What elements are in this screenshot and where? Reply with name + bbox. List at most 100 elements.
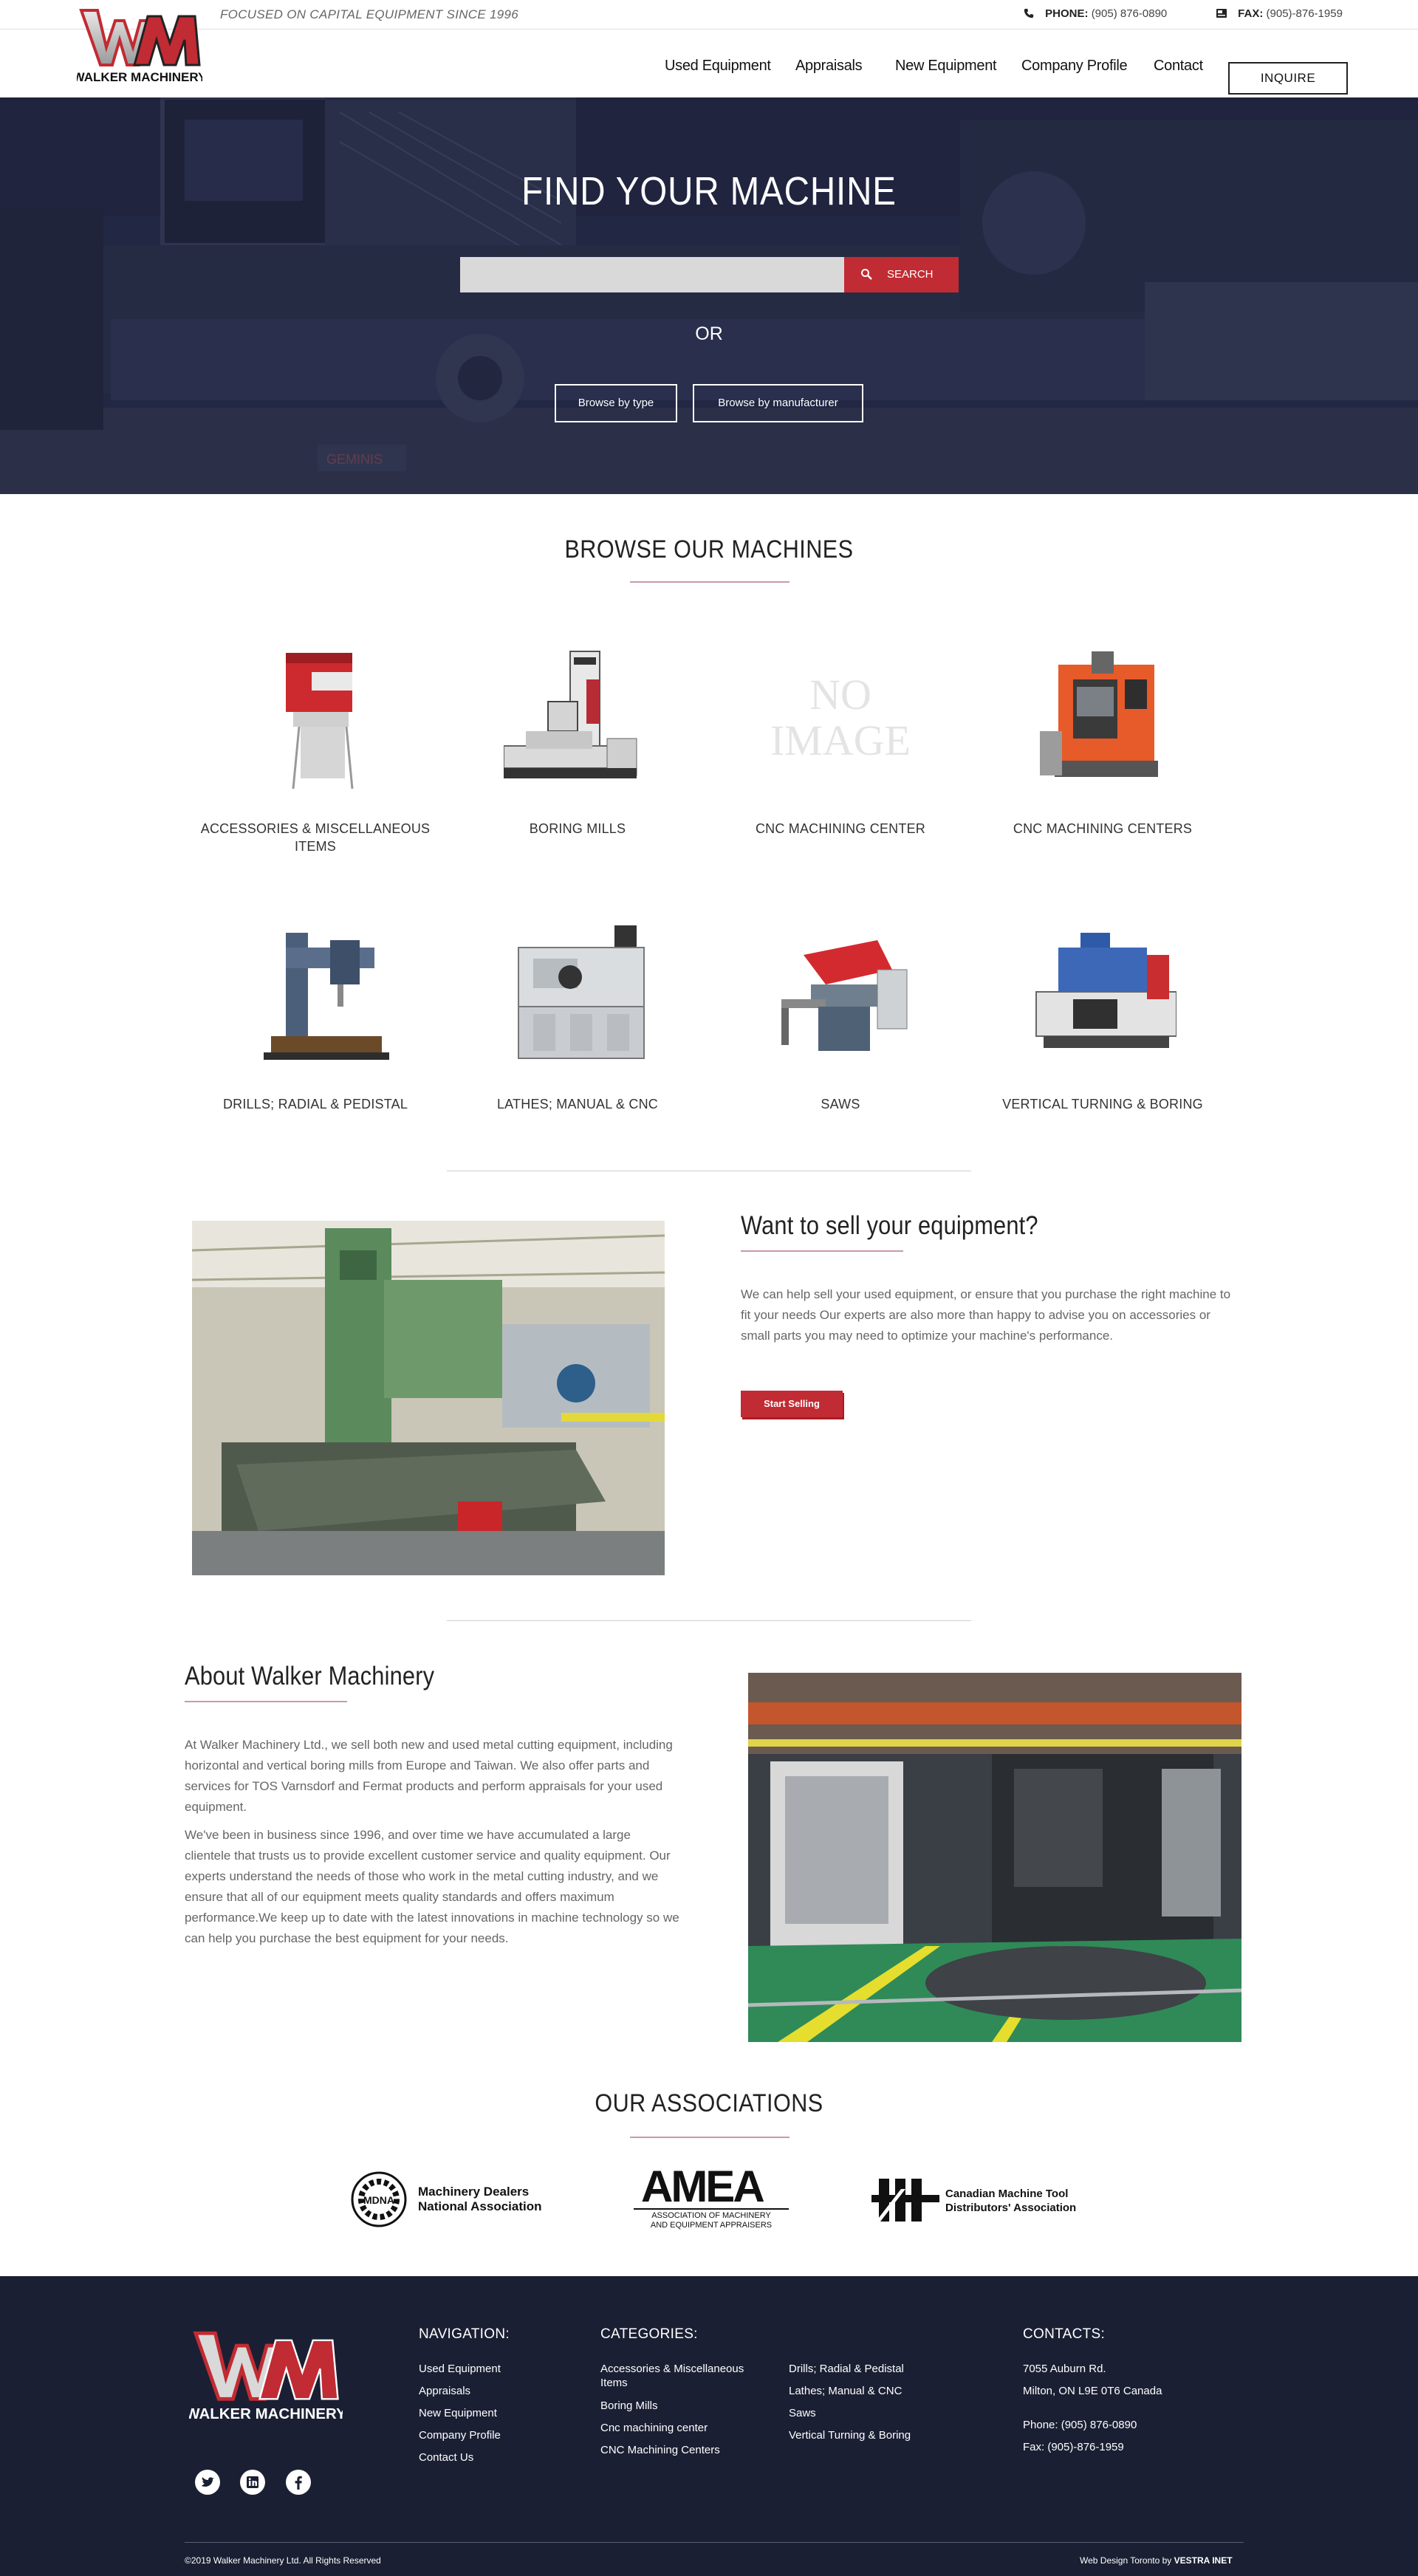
hero-title: FIND YOUR MACHINE bbox=[521, 169, 897, 213]
about-title-underline bbox=[185, 1701, 347, 1702]
cmtda-logo[interactable]: Canadian Machine Tool Distributors' Asso… bbox=[871, 2174, 1086, 2226]
phone-label: PHONE: bbox=[1045, 7, 1089, 20]
category-label: DRILLS; RADIAL & PEDISTAL bbox=[222, 1097, 408, 1111]
mdna-name-line1: Machinery Dealers bbox=[418, 2185, 530, 2199]
nav-contact[interactable]: Contact bbox=[1154, 58, 1203, 75]
amea-name-line2: AND EQUIPMENT APPRAISERS bbox=[650, 2221, 773, 2230]
mdna-gear-icon: MDNA bbox=[351, 2171, 407, 2227]
facebook-icon[interactable] bbox=[286, 2470, 311, 2495]
start-selling-button[interactable]: Start Selling bbox=[741, 1391, 843, 1417]
category-card[interactable]: CNC MACHINING CENTERS bbox=[984, 650, 1221, 901]
credit-brand: VESTRA INET bbox=[1174, 2555, 1233, 2566]
cmtda-emblem-icon bbox=[871, 2179, 939, 2222]
fax-icon bbox=[1216, 9, 1227, 18]
twitter-icon[interactable] bbox=[195, 2470, 220, 2495]
browse-by-type-button[interactable]: Browse by type bbox=[555, 384, 677, 422]
credit-prefix: Web Design Toronto by bbox=[1080, 2555, 1172, 2566]
sell-title: Want to sell your equipment? bbox=[741, 1211, 1038, 1240]
footer-nav-heading: NAVIGATION: bbox=[419, 2326, 510, 2342]
sell-title-underline bbox=[741, 1250, 903, 1252]
search-button[interactable]: SEARCH bbox=[844, 257, 959, 292]
footer-category-link[interactable]: Saws bbox=[789, 2406, 816, 2420]
footer-link-company-profile[interactable]: Company Profile bbox=[419, 2428, 501, 2442]
category-card[interactable]: LATHES; MANUAL & CNC bbox=[459, 925, 696, 1176]
hero-banner: GEMINIS FIND YOUR MACHINE SEARCH OR Brow… bbox=[0, 97, 1418, 494]
cnc-center-image bbox=[1040, 651, 1158, 777]
category-card[interactable]: ACCESSORIES & MISCELLANEOUS ITEMS bbox=[197, 650, 434, 901]
category-label: LATHES; MANUAL & CNC bbox=[496, 1097, 659, 1111]
lathe-image bbox=[518, 925, 645, 1059]
footer-link-appraisals[interactable]: Appraisals bbox=[419, 2384, 470, 2398]
amea-logo[interactable]: AMEA ASSOCIATION OF MACHINERY AND EQUIPM… bbox=[634, 2164, 789, 2232]
footer-category-link[interactable]: Vertical Turning & Boring bbox=[789, 2428, 911, 2442]
factory-floor-photo bbox=[748, 1673, 1241, 2042]
top-fax[interactable]: FAX: (905)-876-1959 bbox=[1216, 7, 1343, 20]
footer-link-used-equipment[interactable]: Used Equipment bbox=[419, 2362, 501, 2376]
browse-by-manufacturer-button[interactable]: Browse by manufacturer bbox=[693, 384, 863, 422]
search-icon bbox=[861, 269, 872, 280]
associations-title-underline bbox=[630, 2137, 790, 2138]
category-label: CNC MACHINING CENTERS bbox=[1013, 821, 1193, 836]
footer-link-new-equipment[interactable]: New Equipment bbox=[419, 2406, 497, 2420]
browse-title: BROWSE OUR MACHINES bbox=[564, 535, 854, 564]
main-nav: Used Equipment Appraisals New Equipment … bbox=[0, 50, 1418, 95]
footer-link-contact-us[interactable]: Contact Us bbox=[419, 2450, 473, 2464]
footer-category-link[interactable]: Boring Mills bbox=[600, 2399, 658, 2413]
linkedin-icon[interactable] bbox=[240, 2470, 265, 2495]
category-label: BORING MILLS bbox=[529, 821, 626, 836]
mdna-mark: MDNA bbox=[363, 2194, 394, 2206]
browse-title-underline bbox=[630, 581, 790, 583]
footer-category-link[interactable]: Drills; Radial & Pedistal bbox=[789, 2362, 904, 2376]
associations-title: OUR ASSOCIATIONS bbox=[595, 2089, 823, 2117]
fax-value: (905)-876-1959 bbox=[1266, 7, 1343, 20]
category-card[interactable]: SAWS bbox=[722, 925, 959, 1176]
radial-drill-image bbox=[264, 933, 389, 1060]
no-image-placeholder: NO IMAGE bbox=[770, 671, 911, 764]
footer-divider bbox=[185, 2542, 1244, 2543]
amea-mark: AMEA bbox=[641, 2162, 765, 2211]
cmtda-name-line2: Distributors' Association bbox=[945, 2202, 1077, 2214]
footer-category-link[interactable]: Lathes; Manual & CNC bbox=[789, 2384, 902, 2398]
phone-value: (905) 876-0890 bbox=[1091, 7, 1168, 20]
footer-category-link[interactable]: Cnc machining center bbox=[600, 2421, 708, 2435]
nav-appraisals[interactable]: Appraisals bbox=[795, 58, 863, 75]
footer-category-link[interactable]: CNC Machining Centers bbox=[600, 2443, 720, 2457]
category-card[interactable]: DRILLS; RADIAL & PEDISTAL bbox=[197, 925, 434, 1176]
search-button-label: SEARCH bbox=[887, 268, 934, 281]
category-card[interactable]: NO IMAGE CNC MACHINING CENTER bbox=[722, 650, 959, 901]
about-paragraph-1: At Walker Machinery Ltd., we sell both n… bbox=[185, 1738, 673, 1814]
category-label: SAWS bbox=[821, 1097, 860, 1111]
section-divider bbox=[447, 1620, 971, 1621]
top-phone[interactable]: PHONE: (905) 876-0890 bbox=[1023, 7, 1167, 20]
nav-used-equipment[interactable]: Used Equipment bbox=[665, 58, 771, 75]
hero-background-machine: GEMINIS bbox=[0, 97, 1418, 494]
about-paragraph-2: We've been in business since 1996, and o… bbox=[185, 1828, 679, 1945]
footer-categories-heading: CATEGORIES: bbox=[600, 2326, 698, 2342]
workshop-photo bbox=[192, 1221, 665, 1575]
tagline: FOCUSED ON CAPITAL EQUIPMENT SINCE 1996 bbox=[220, 7, 519, 21]
web-design-credit[interactable]: Web Design Toronto by VESTRA INET bbox=[1080, 2555, 1233, 2566]
category-card[interactable]: BORING MILLS bbox=[459, 650, 696, 901]
footer-phone[interactable]: Phone: (905) 876-0890 bbox=[1023, 2418, 1137, 2432]
phone-icon bbox=[1024, 8, 1034, 18]
category-card[interactable]: VERTICAL TURNING & BORING bbox=[984, 925, 1221, 1176]
or-divider: OR bbox=[695, 323, 723, 344]
footer-category-link[interactable]: Accessories & Miscellaneous Items bbox=[600, 2362, 767, 2390]
top-bar: FOCUSED ON CAPITAL EQUIPMENT SINCE 1996 … bbox=[0, 0, 1418, 30]
fax-label: FAX: bbox=[1238, 7, 1264, 20]
no-image-text: NO IMAGE bbox=[770, 671, 911, 764]
inquire-button[interactable]: INQUIRE bbox=[1228, 62, 1348, 95]
mdna-logo[interactable]: MDNA Machinery Dealers National Associat… bbox=[347, 2168, 554, 2231]
amea-name-line1: ASSOCIATION OF MACHINERY bbox=[651, 2211, 771, 2220]
accessory-machine-image bbox=[286, 653, 354, 789]
copyright-text: ©2019 Walker Machinery Ltd. All Rights R… bbox=[185, 2555, 381, 2566]
nav-company-profile[interactable]: Company Profile bbox=[1021, 58, 1128, 75]
nav-new-equipment[interactable]: New Equipment bbox=[895, 58, 997, 75]
footer-logo[interactable]: WALKER MACHINERY bbox=[189, 2328, 343, 2424]
footer-logo-wordmark: WALKER MACHINERY bbox=[189, 2405, 343, 2422]
boring-mill-image bbox=[504, 651, 637, 778]
footer-address-line1: 7055 Auburn Rd. bbox=[1023, 2363, 1106, 2375]
site-footer: WALKER MACHINERY NAVIGATION: Used Equipm… bbox=[0, 2276, 1418, 2576]
machine-search-input[interactable] bbox=[460, 257, 844, 292]
footer-address-line2: Milton, ON L9E 0T6 Canada bbox=[1023, 2385, 1162, 2397]
